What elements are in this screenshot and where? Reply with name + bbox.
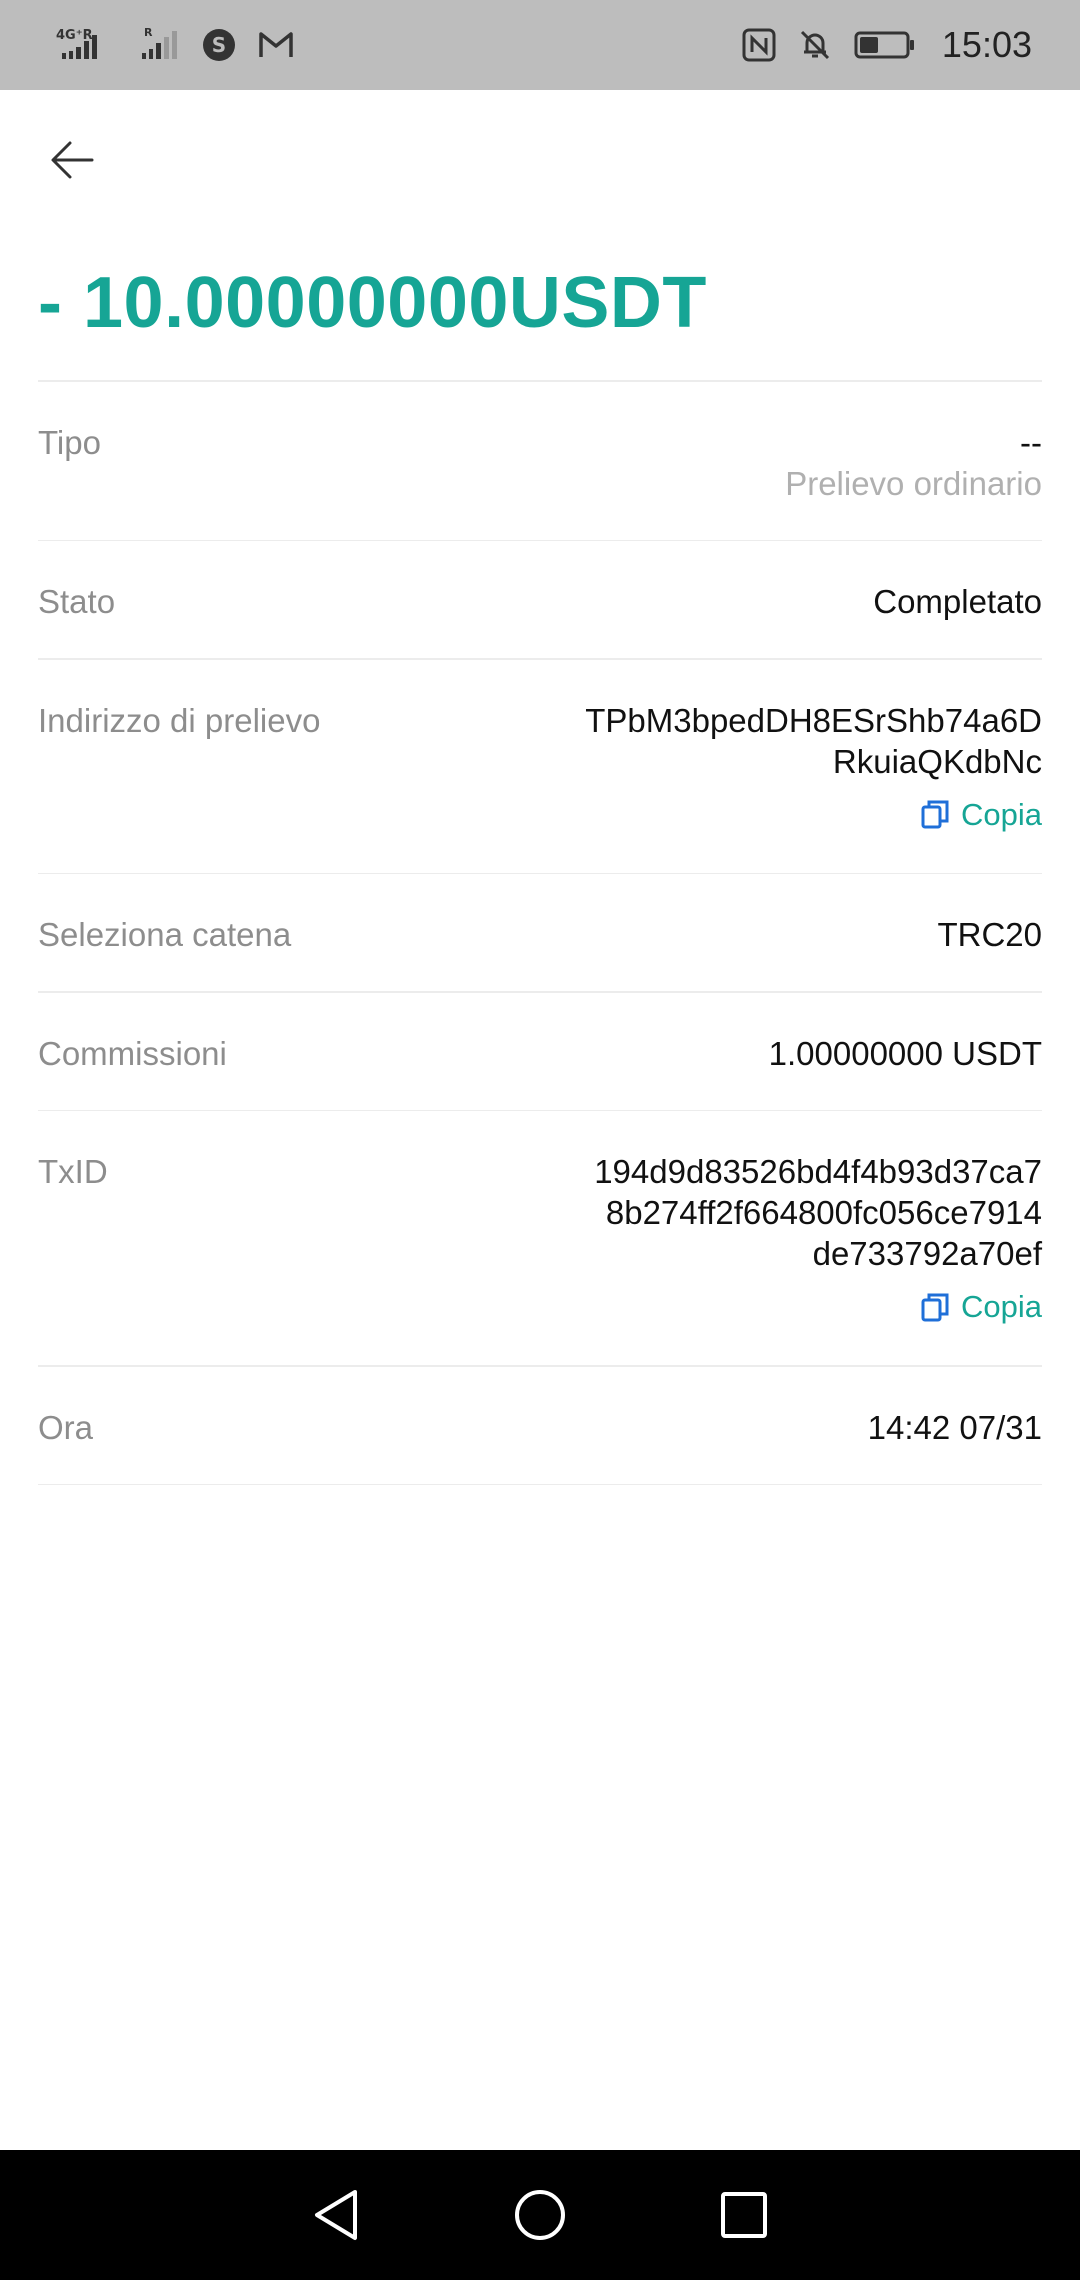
txid-line-1: 194d9d83526bd4f4b93d37ca7 <box>594 1153 1042 1190</box>
catena-label: Seleziona catena <box>38 916 292 953</box>
ora-value: 14:42 07/31 <box>867 1408 1042 1446</box>
indirizzo-line-1: TPbM3bpedDH8ESrShb74a6D <box>585 701 1042 739</box>
indirizzo-label: Indirizzo di prelievo <box>38 701 321 739</box>
nfc-icon <box>742 28 776 62</box>
nav-back-icon <box>315 2190 357 2240</box>
nav-back-button[interactable] <box>304 2183 368 2247</box>
silent-bell-icon <box>798 28 832 62</box>
copy-address-button[interactable]: Copia <box>921 794 1042 835</box>
status-time: 15:03 <box>941 24 1032 65</box>
status-bar-right: 15:03 <box>742 24 1032 66</box>
status-bar: 4G⁺R R S 15:03 <box>0 0 1080 90</box>
app-s-icon: S <box>202 28 236 62</box>
stato-label: Stato <box>38 583 116 620</box>
stato-value: Completato <box>873 583 1042 620</box>
transaction-amount: - 10.00000000USDT <box>38 263 707 343</box>
tipo-subvalue: Prelievo ordinario <box>785 464 1042 502</box>
row-tipo: Tipo -- Prelievo ordinario <box>38 382 1042 540</box>
signal-r-icon: R <box>140 25 180 65</box>
copy-txid-label: Copia <box>961 1289 1042 1324</box>
txid-label: TxID <box>38 1153 108 1190</box>
nav-home-button[interactable] <box>508 2183 572 2247</box>
nav-recents-button[interactable] <box>712 2183 776 2247</box>
divider <box>38 1483 1042 1485</box>
system-nav-bar <box>0 2150 1080 2280</box>
nav-home-icon <box>515 2190 565 2240</box>
transaction-details: Tipo -- Prelievo ordinario Stato Complet… <box>38 380 1042 1485</box>
back-button[interactable] <box>44 132 100 188</box>
row-stato: Stato Completato <box>38 541 1042 658</box>
commissioni-value: 1.00000000 USDT <box>768 1034 1042 1072</box>
copy-address-label: Copia <box>961 796 1042 832</box>
tipo-value: -- <box>1020 423 1042 461</box>
txid-value-group: 194d9d83526bd4f4b93d37ca7 8b274ff2f66480… <box>594 1151 1042 1331</box>
arrow-left-icon <box>51 141 94 179</box>
row-ora: Ora 14:42 07/31 <box>38 1367 1042 1484</box>
row-catena: Seleziona catena TRC20 <box>38 874 1042 991</box>
status-bar-left: 4G⁺R R S <box>56 25 294 65</box>
battery-icon <box>854 30 916 60</box>
row-commissioni: Commissioni 1.00000000 USDT <box>38 993 1042 1110</box>
copy-icon <box>921 1293 949 1321</box>
catena-value: TRC20 <box>937 916 1042 953</box>
copy-txid-button[interactable]: Copia <box>921 1286 1042 1327</box>
signal-4g-icon: 4G⁺R <box>56 25 118 65</box>
ora-label: Ora <box>38 1408 94 1446</box>
copy-icon <box>921 800 949 829</box>
commissioni-label: Commissioni <box>38 1034 227 1072</box>
txid-line-3: de733792a70ef <box>812 1235 1042 1272</box>
row-txid: TxID 194d9d83526bd4f4b93d37ca7 8b274ff2f… <box>38 1111 1042 1365</box>
tipo-value-group: -- Prelievo ordinario <box>785 422 1042 504</box>
tipo-label: Tipo <box>38 423 101 461</box>
row-indirizzo: Indirizzo di prelievo TPbM3bpedDH8ESrShb… <box>38 660 1042 873</box>
svg-text:R: R <box>144 26 153 39</box>
indirizzo-line-2: RkuiaQKdbNc <box>832 742 1042 780</box>
svg-text:4G⁺R: 4G⁺R <box>56 28 93 43</box>
svg-text:S: S <box>212 33 226 57</box>
mail-m-icon <box>258 30 294 60</box>
txid-line-2: 8b274ff2f664800fc056ce7914 <box>605 1194 1042 1231</box>
indirizzo-value-group: TPbM3bpedDH8ESrShb74a6D RkuiaQKdbNc Copi… <box>585 700 1042 839</box>
nav-recents-icon <box>721 2192 767 2238</box>
